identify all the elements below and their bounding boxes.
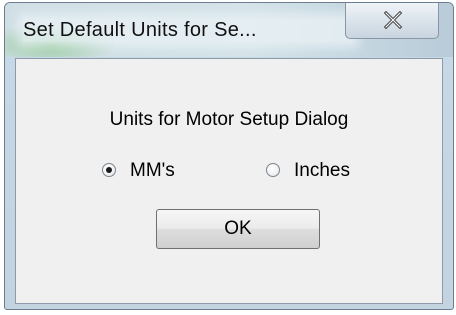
dialog-title: Set Default Units for Se... <box>23 19 353 42</box>
radio-selected-dot <box>106 167 112 173</box>
close-icon <box>383 11 403 29</box>
radio-mm-label[interactable]: MM's <box>130 160 175 182</box>
dialog-window: Set Default Units for Se... Units for Mo… <box>4 2 454 310</box>
title-bar[interactable]: Set Default Units for Se... <box>5 3 453 57</box>
radio-mm-circle[interactable] <box>102 163 116 177</box>
close-button[interactable] <box>345 3 439 39</box>
ok-button[interactable]: OK <box>156 209 320 249</box>
radio-inches-label[interactable]: Inches <box>294 160 350 182</box>
units-prompt: Units for Motor Setup Dialog <box>109 109 349 130</box>
radio-inches-circle[interactable] <box>266 163 280 177</box>
dialog-body: Units for Motor Setup Dialog MM's Inches… <box>15 58 443 304</box>
